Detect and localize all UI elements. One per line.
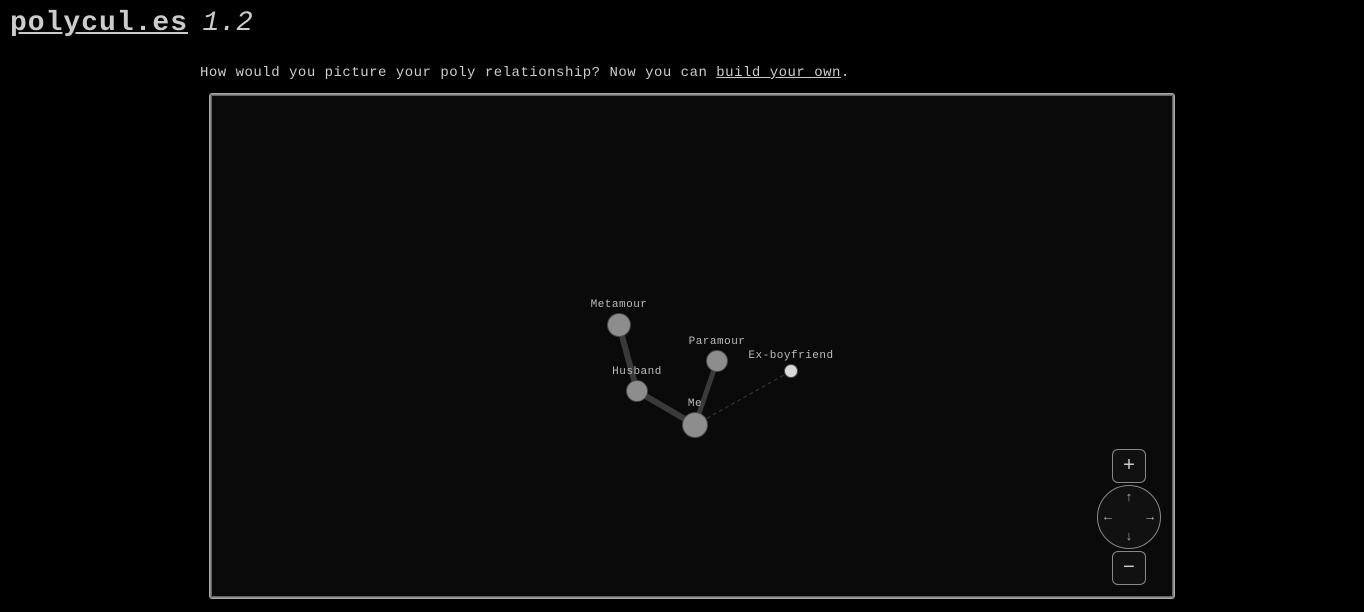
- node-label: Me: [688, 398, 702, 410]
- edge-me-ex: [695, 371, 791, 425]
- version-label: 1.2: [202, 8, 252, 39]
- pan-left-arrow-icon[interactable]: ←: [1104, 510, 1112, 525]
- nav-controls: + ↑ ↓ ← → −: [1097, 449, 1161, 585]
- node-dot-icon[interactable]: [607, 313, 631, 337]
- node-label: Ex-boyfriend: [748, 350, 833, 362]
- node-label: Paramour: [689, 336, 746, 348]
- node-dot-icon[interactable]: [626, 380, 648, 402]
- intro-suffix: .: [841, 65, 850, 81]
- node-dot-icon[interactable]: [784, 364, 798, 378]
- build-your-own-link[interactable]: build your own: [716, 65, 841, 81]
- pan-control[interactable]: ↑ ↓ ← →: [1097, 485, 1161, 549]
- pan-right-arrow-icon[interactable]: →: [1146, 510, 1154, 525]
- node-dot-icon[interactable]: [682, 412, 708, 438]
- node-husband[interactable]: Husband: [626, 380, 648, 402]
- zoom-out-button[interactable]: −: [1112, 551, 1146, 585]
- site-title-link[interactable]: polycul.es: [10, 8, 188, 39]
- pan-up-arrow-icon[interactable]: ↑: [1125, 490, 1133, 505]
- pan-down-arrow-icon[interactable]: ↓: [1125, 529, 1133, 544]
- intro-prefix: How would you picture your poly relation…: [200, 65, 716, 81]
- page-header: polycul.es 1.2: [0, 0, 1364, 39]
- intro-text: How would you picture your poly relation…: [200, 65, 1364, 81]
- node-me[interactable]: Me: [682, 412, 708, 438]
- node-dot-icon[interactable]: [706, 350, 728, 372]
- node-label: Metamour: [591, 299, 648, 311]
- node-ex[interactable]: Ex-boyfriend: [784, 364, 798, 378]
- zoom-in-button[interactable]: +: [1112, 449, 1146, 483]
- node-label: Husband: [612, 366, 662, 378]
- node-metamour[interactable]: Metamour: [607, 313, 631, 337]
- node-paramour[interactable]: Paramour: [706, 350, 728, 372]
- graph-canvas[interactable]: MeHusbandMetamourParamourEx-boyfriend + …: [210, 94, 1174, 598]
